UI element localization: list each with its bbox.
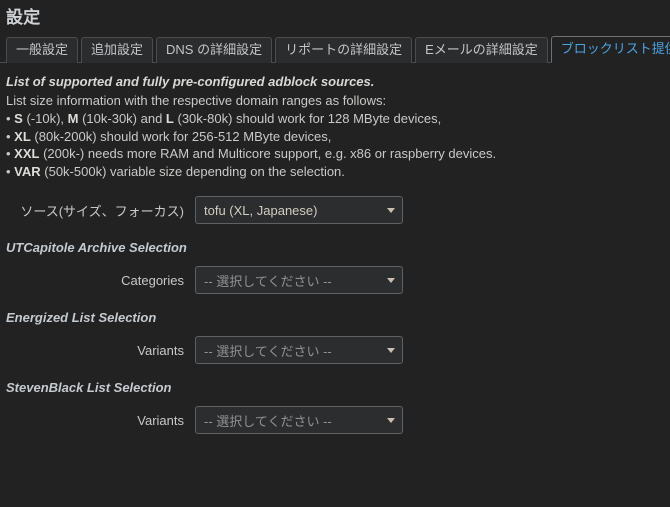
energized-variants-select-value: -- 選択してください --: [204, 343, 332, 359]
blocklist-form: ソース(サイズ、フォーカス) tofu (XL, Japanese) UTCap…: [0, 180, 670, 438]
form-row-stevenblack-variants: Variants -- 選択してください --: [0, 402, 670, 438]
settings-page: 設定 一般設定 追加設定 DNS の詳細設定 リポートの詳細設定 Eメールの詳細…: [0, 0, 670, 507]
size-code-m: M: [67, 111, 79, 126]
list-item: • XXL (200k-) needs more RAM and Multico…: [6, 145, 670, 163]
stevenblack-variants-select[interactable]: -- 選択してください --: [195, 406, 403, 434]
tab-blocklist-sources[interactable]: ブロックリスト提供元: [550, 36, 670, 63]
size-code-l: L: [165, 111, 174, 126]
chevron-down-icon: [387, 207, 395, 213]
source-select-value: tofu (XL, Japanese): [204, 202, 318, 218]
list-item: • VAR (50k-500k) variable size depending…: [6, 163, 670, 181]
description-block: List of supported and fully pre-configur…: [0, 63, 670, 180]
page-title: 設定: [6, 8, 41, 27]
bullet-marker: •: [6, 128, 15, 144]
utcapitole-categories-select[interactable]: -- 選択してください --: [195, 266, 403, 294]
description-lead: List of supported and fully pre-configur…: [6, 74, 375, 89]
settings-tabbar: 一般設定 追加設定 DNS の詳細設定 リポートの詳細設定 Eメールの詳細設定 …: [0, 36, 670, 63]
description-subtitle: List size information with the respectiv…: [6, 92, 387, 108]
tab-dns-advanced[interactable]: DNS の詳細設定: [156, 37, 273, 63]
section-heading-energized: Energized List Selection: [6, 310, 157, 325]
bullet-text-mid1: (-10k),: [22, 111, 68, 126]
stevenblack-variants-label: Variants: [137, 412, 184, 428]
chevron-down-icon: [387, 347, 395, 353]
size-code-xxl: XXL: [14, 146, 40, 161]
form-row-source: ソース(サイズ、フォーカス) tofu (XL, Japanese): [0, 192, 670, 228]
bullet-text-rest: (30k-80k) should work for 128 MByte devi…: [173, 111, 442, 126]
bullet-text-mid2: (10k-30k) and: [78, 111, 166, 126]
bullet-marker: •: [6, 111, 15, 126]
size-code-s: S: [14, 111, 23, 126]
energized-variants-select[interactable]: -- 選択してください --: [195, 336, 403, 364]
bullet-text-rest: (80k-200k) should work for 256-512 MByte…: [30, 128, 332, 144]
size-code-var: VAR: [14, 163, 41, 179]
tab-email-advanced[interactable]: Eメールの詳細設定: [415, 37, 548, 63]
list-item: • XL (80k-200k) should work for 256-512 …: [6, 128, 670, 146]
size-code-xl: XL: [14, 128, 31, 144]
source-select[interactable]: tofu (XL, Japanese): [195, 196, 403, 224]
source-label: ソース(サイズ、フォーカス): [20, 203, 184, 219]
utcapitole-categories-select-value: -- 選択してください --: [204, 273, 332, 289]
chevron-down-icon: [387, 417, 395, 423]
bullet-text-rest: (50k-500k) variable size depending on th…: [40, 163, 345, 179]
chevron-down-icon: [387, 277, 395, 283]
stevenblack-variants-select-value: -- 選択してください --: [204, 413, 332, 429]
tab-report-advanced[interactable]: リポートの詳細設定: [275, 37, 413, 63]
section-heading-stevenblack: StevenBlack List Selection: [6, 380, 172, 395]
bullet-marker: •: [6, 146, 15, 161]
utcapitole-categories-label: Categories: [121, 272, 184, 288]
form-row-energized-variants: Variants -- 選択してください --: [0, 332, 670, 368]
section-heading-utcapitole: UTCapitole Archive Selection: [6, 240, 187, 255]
bullet-text-rest: (200k-) needs more RAM and Multicore sup…: [39, 146, 497, 161]
bullet-marker: •: [6, 163, 15, 179]
list-item: • S (-10k), M (10k-30k) and L (30k-80k) …: [6, 110, 670, 128]
energized-variants-label: Variants: [137, 342, 184, 358]
form-row-utcapitole-categories: Categories -- 選択してください --: [0, 262, 670, 298]
tab-general[interactable]: 一般設定: [6, 37, 79, 63]
tab-additional[interactable]: 追加設定: [81, 37, 154, 63]
